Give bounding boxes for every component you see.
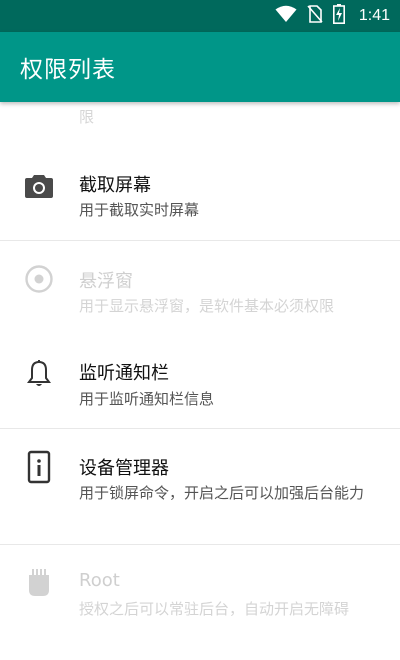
item-description: 用于显示悬浮窗，是软件基本必须权限 [79,297,335,315]
item-description: 用于监听通知栏信息 [79,390,215,408]
permission-item-overlay[interactable]: 悬浮窗 用于显示悬浮窗，是软件基本必须权限 [0,241,400,339]
status-time: 1:41 [358,7,390,24]
item-description: 授权之后可以常驻后台，自动开启无障碍 [79,600,350,618]
wifi-icon [275,5,297,27]
device-info-icon [23,450,55,484]
item-description: 用于锁屏命令，开启之后可以加强后台能力 [79,484,365,502]
item-title: Root [79,570,120,591]
permission-item-device-admin[interactable]: 设备管理器 用于锁屏命令，开启之后可以加强后台能力 [0,429,400,543]
permission-item-screenshot[interactable]: 截取屏幕 用于截取实时屏幕 [0,142,400,240]
page-title: 权限列表 [20,57,116,83]
status-bar: 1:41 [0,0,400,32]
root-chip-icon [23,567,55,599]
item-title: 监听通知栏 [79,363,169,384]
item-description: 用于截取实时屏幕 [79,201,200,219]
no-sim-icon [307,5,323,27]
camera-icon [23,170,55,202]
item-title: 截取屏幕 [79,175,151,196]
bell-icon [23,358,55,390]
permission-list[interactable]: 限 截取屏幕 用于截取实时屏幕 悬浮窗 用于显示悬浮窗，是软件基本必须权限 监听… [0,102,400,660]
battery-charging-icon [332,4,345,28]
app-bar: 权限列表 [0,32,400,102]
radio-target-icon [23,263,55,295]
permission-item-notification-listener[interactable]: 监听通知栏 用于监听通知栏信息 [0,328,400,426]
item-title: 悬浮窗 [79,271,133,292]
item-title: 设备管理器 [79,458,169,479]
permission-item-root[interactable]: Root 授权之后可以常驻后台，自动开启无障碍 [0,545,400,660]
partial-item-text: 限 [79,108,95,126]
